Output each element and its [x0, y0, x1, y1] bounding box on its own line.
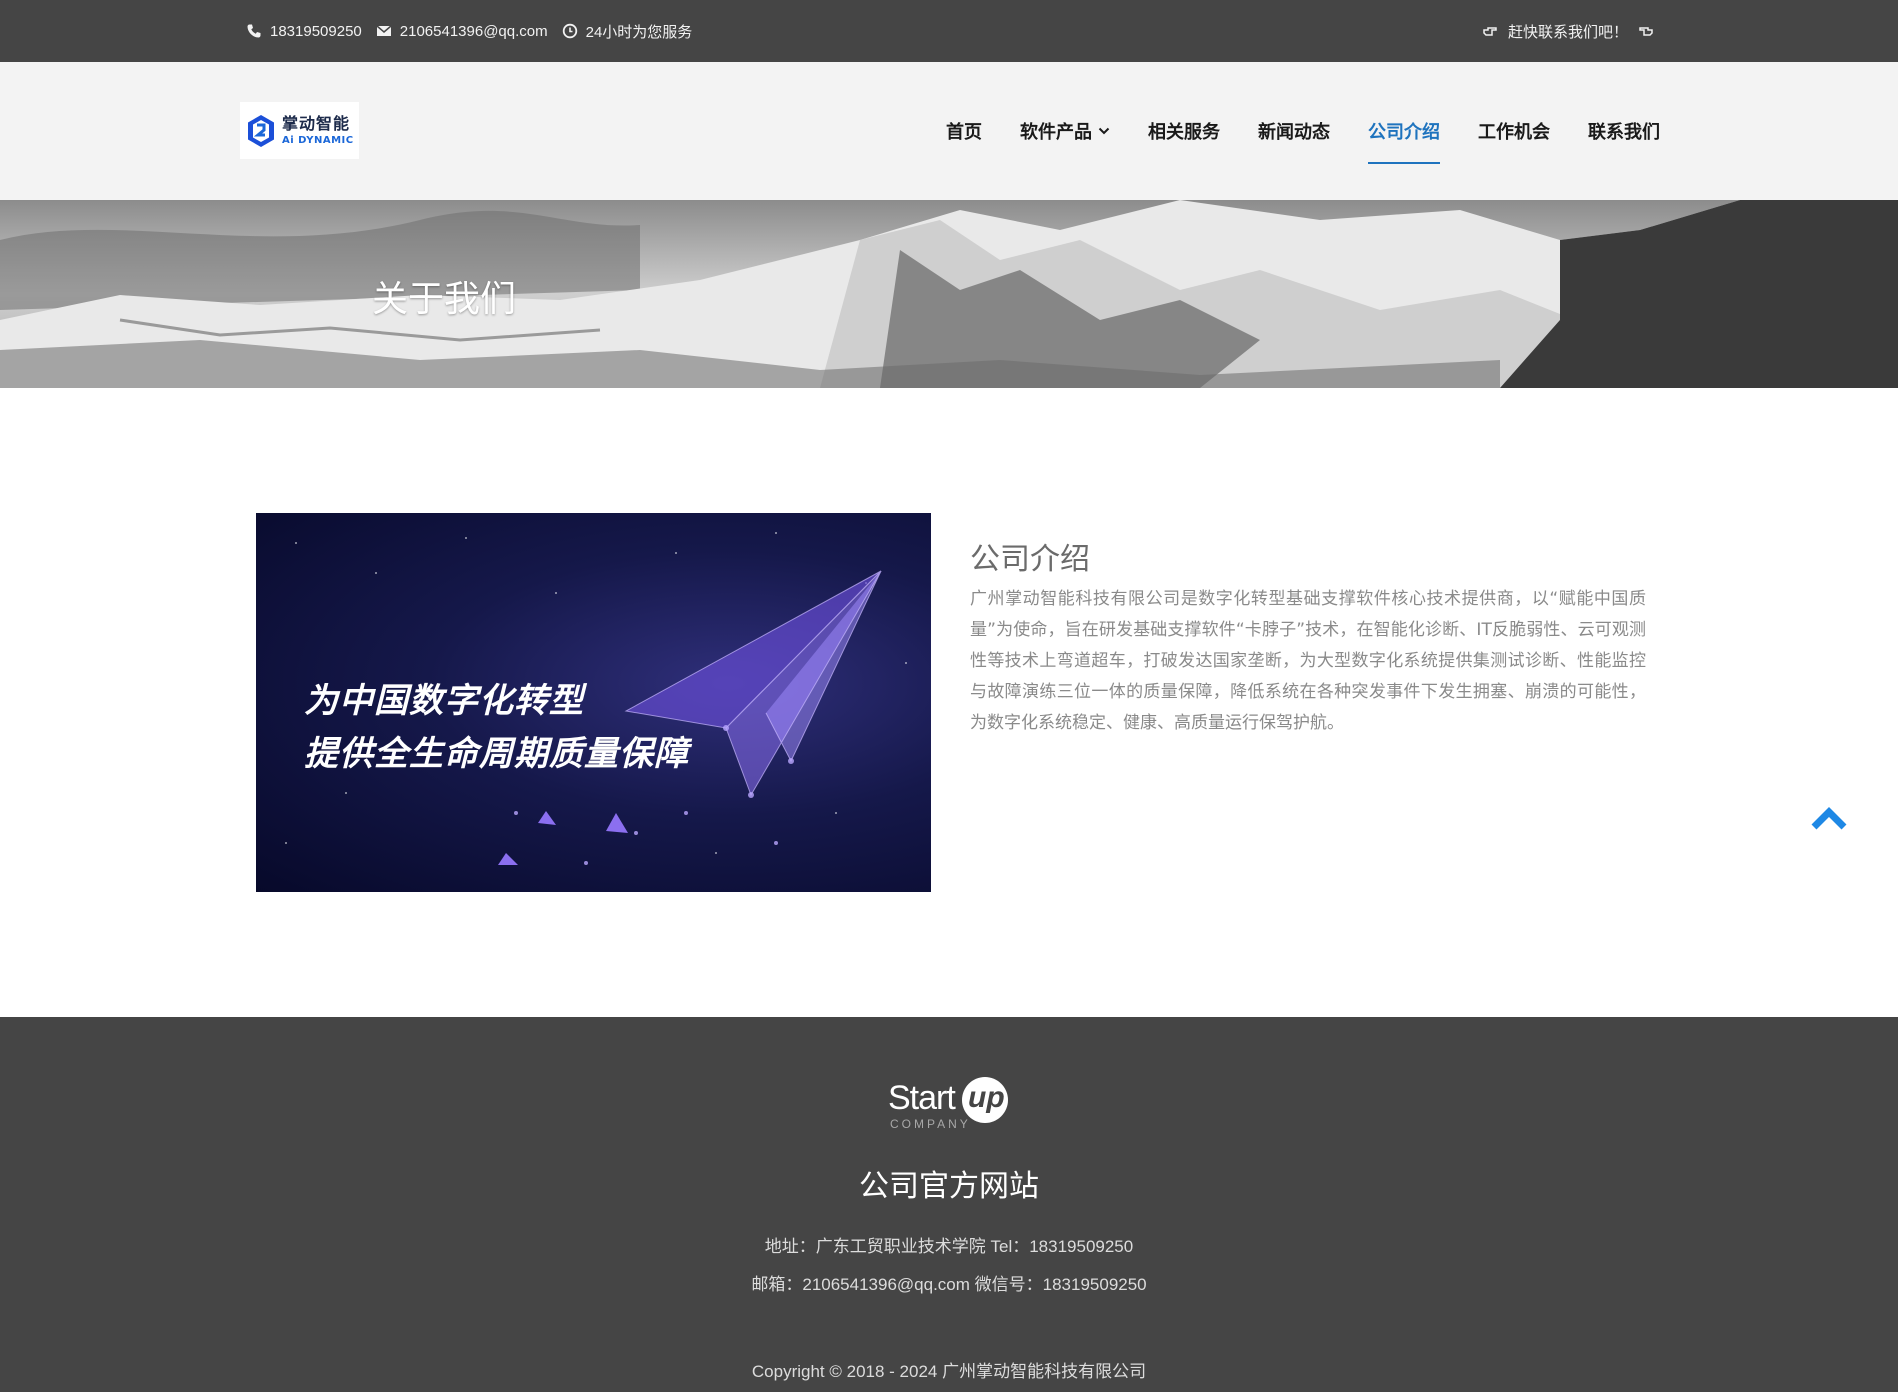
- hand-point-icon: [1482, 23, 1498, 39]
- site-logo[interactable]: 掌动智能 Ai DYNAMIC: [240, 102, 359, 159]
- nav-home-label: 首页: [946, 122, 982, 143]
- email-address: 2106541396@qq.com: [399, 22, 548, 40]
- back-to-top-button[interactable]: [1810, 805, 1848, 831]
- mail-icon: [376, 23, 392, 39]
- about-heading: 公司介绍: [970, 542, 1090, 577]
- footer-logo[interactable]: Start up COMPANY: [888, 1077, 1010, 1135]
- back-to-top-icon: [1811, 807, 1847, 830]
- logo-english-text: Ai DYNAMIC: [282, 134, 354, 146]
- hours-item: 24小时为您服务: [562, 21, 693, 42]
- nav-contact-label: 联系我们: [1588, 122, 1660, 143]
- footer-logo-start: Start: [888, 1079, 956, 1117]
- footer-contact: 邮箱：2106541396@qq.com 微信号：18319509250: [751, 1275, 1147, 1294]
- contact-info: 18319509250 2106541396@qq.com 24小时为您服务: [246, 0, 692, 62]
- nav-home[interactable]: 首页: [946, 62, 982, 200]
- footer-logo-company: COMPANY: [890, 1117, 971, 1131]
- contact-cta[interactable]: 赶快联系我们吧！: [1482, 0, 1654, 62]
- promo-line-1: 为中国数字化转型: [304, 681, 584, 721]
- nav-products-label: 软件产品: [1020, 122, 1092, 143]
- footer-title: 公司官方网站: [859, 1169, 1039, 1204]
- footer-logo-up: up: [968, 1081, 1005, 1114]
- top-contact-bar: 18319509250 2106541396@qq.com 24小时为您服务 赶…: [0, 0, 1898, 62]
- cta-text: 赶快联系我们吧！: [1507, 23, 1628, 41]
- service-hours: 24小时为您服务: [585, 23, 693, 41]
- hand-point-left-icon: [1638, 23, 1654, 39]
- nav-jobs[interactable]: 工作机会: [1478, 62, 1550, 200]
- nav-about[interactable]: 公司介绍: [1368, 62, 1440, 200]
- logo-mark-icon: [248, 114, 274, 147]
- phone-item[interactable]: 18319509250: [246, 23, 362, 40]
- nav-services[interactable]: 相关服务: [1148, 62, 1220, 200]
- nav-jobs-label: 工作机会: [1478, 122, 1550, 143]
- nav-news[interactable]: 新闻动态: [1258, 62, 1330, 200]
- logo-chinese-text: 掌动智能: [282, 113, 351, 133]
- phone-icon: [246, 23, 262, 39]
- mountain-banner-image: [0, 200, 1898, 388]
- footer-address: 地址：广东工贸职业技术学院 Tel：18319509250: [764, 1237, 1134, 1256]
- footer-copyright: Copyright © 2018 - 2024 广州掌动智能科技有限公司: [751, 1362, 1147, 1381]
- chevron-down-icon: [1098, 127, 1110, 135]
- nav-news-label: 新闻动态: [1258, 122, 1330, 143]
- page-banner: 关于我们: [0, 200, 1898, 388]
- nav-contact[interactable]: 联系我们: [1588, 62, 1660, 200]
- main-nav: 首页 软件产品 相关服务 新闻动态 公司介绍 工作机会 联系我们: [908, 62, 1660, 200]
- phone-number: 18319509250: [270, 22, 362, 40]
- nav-services-label: 相关服务: [1148, 122, 1220, 143]
- promo-line-2: 提供全生命周期质量保障: [304, 734, 689, 774]
- nav-products[interactable]: 软件产品: [1020, 62, 1110, 200]
- about-promo-image: 为中国数字化转型 提供全生命周期质量保障: [256, 513, 931, 892]
- clock-icon: [562, 23, 578, 39]
- about-description: 广州掌动智能科技有限公司是数字化转型基础支撑软件核心技术提供商，以“赋能中国质量…: [970, 589, 1646, 733]
- email-item[interactable]: 2106541396@qq.com: [376, 23, 548, 40]
- page-title: 关于我们: [372, 279, 517, 320]
- nav-about-label: 公司介绍: [1368, 122, 1440, 143]
- site-footer: Start up COMPANY 公司官方网站 地址：广东工贸职业技术学院 Te…: [0, 1017, 1898, 1392]
